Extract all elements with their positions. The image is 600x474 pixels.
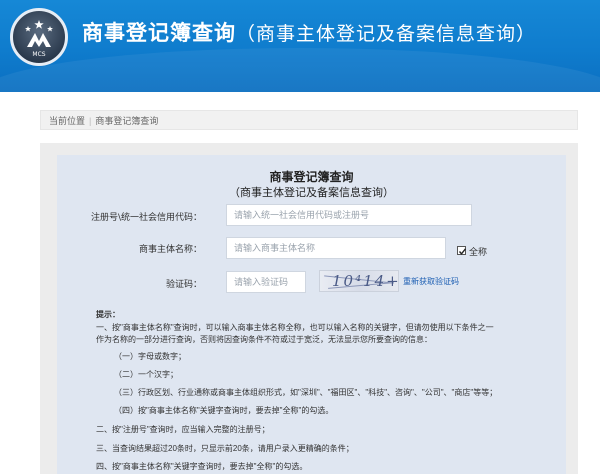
tips-line: （三）行政区划、行业通称或商事主体组织形式，如"深圳"、"福田区"、"科技"、咨… xyxy=(114,388,498,397)
logo-emblem-icon: MCS xyxy=(25,20,53,58)
refresh-captcha-link[interactable]: 重新获取验证码 xyxy=(403,276,459,287)
captcha-label: 验证码： xyxy=(165,280,202,290)
site-logo: MCS xyxy=(10,8,68,66)
tips-line: （一）字母或数字； xyxy=(114,352,186,361)
logo-text: MCS xyxy=(32,51,45,58)
tips-line: 二、按"注册号"查询时，应当输入完整的注册号； xyxy=(96,425,270,434)
tips-line: （四）按"商事主体名称"关键字查询时，要去掉"全称"的勾选。 xyxy=(114,406,334,415)
tips-heading: 提示： xyxy=(96,310,120,319)
tips-line: 一、按"商事主体名称"查询时，可以输入商事主体名称全称，也可以输入名称的关键字，… xyxy=(96,323,494,332)
banner-wave-decoration xyxy=(0,48,600,92)
captcha-image-text: 10⁴14+7 xyxy=(332,272,398,290)
reg-no-label: 注册号\统一社会信用代码： xyxy=(90,213,202,223)
company-name-label: 商事主体名称： xyxy=(138,245,202,255)
fullname-checkbox-label[interactable]: 全称 xyxy=(469,245,487,258)
tips-line: 三、当查询结果超过20条时，只显示前20条，请用户录入更精确的条件； xyxy=(96,444,354,453)
site-title-sub: （商事主体登记及备案信息查询） xyxy=(236,23,537,45)
breadcrumb: 当前位置 | 商事登记簿查询 xyxy=(40,110,578,130)
form-subtitle: （商事主体登记及备案信息查询） xyxy=(229,186,394,199)
checkmark-icon xyxy=(458,248,467,255)
header-banner: MCS 商事登记簿查询（商事主体登记及备案信息查询） xyxy=(0,0,600,92)
tips-line: （二）一个汉字； xyxy=(114,370,178,379)
breadcrumb-separator: | xyxy=(89,116,92,126)
site-title-main: 商事登记簿查询 xyxy=(82,20,236,45)
reg-no-input[interactable]: 请输入统一社会信用代码或注册号 xyxy=(226,204,472,226)
captcha-image[interactable]: 10⁴14+7 xyxy=(319,270,399,292)
site-title: 商事登记簿查询（商事主体登记及备案信息查询） xyxy=(82,17,536,47)
breadcrumb-current: 商事登记簿查询 xyxy=(95,116,159,126)
form-title: 商事登记簿查询 xyxy=(269,170,354,184)
breadcrumb-label: 当前位置 xyxy=(49,116,86,126)
company-name-input[interactable]: 请输入商事主体名称 xyxy=(226,237,446,259)
tips-line: 作为名称的一部分进行查询，否则将因查询条件不符或过于宽泛，无法显示您所要查询的信… xyxy=(96,335,432,344)
fullname-checkbox[interactable] xyxy=(457,246,467,255)
captcha-input[interactable]: 请输入验证码 xyxy=(226,271,306,293)
tips-line: 四、按"商事主体名称"关键字查询时，要去掉"全称"的勾选。 xyxy=(96,462,308,471)
